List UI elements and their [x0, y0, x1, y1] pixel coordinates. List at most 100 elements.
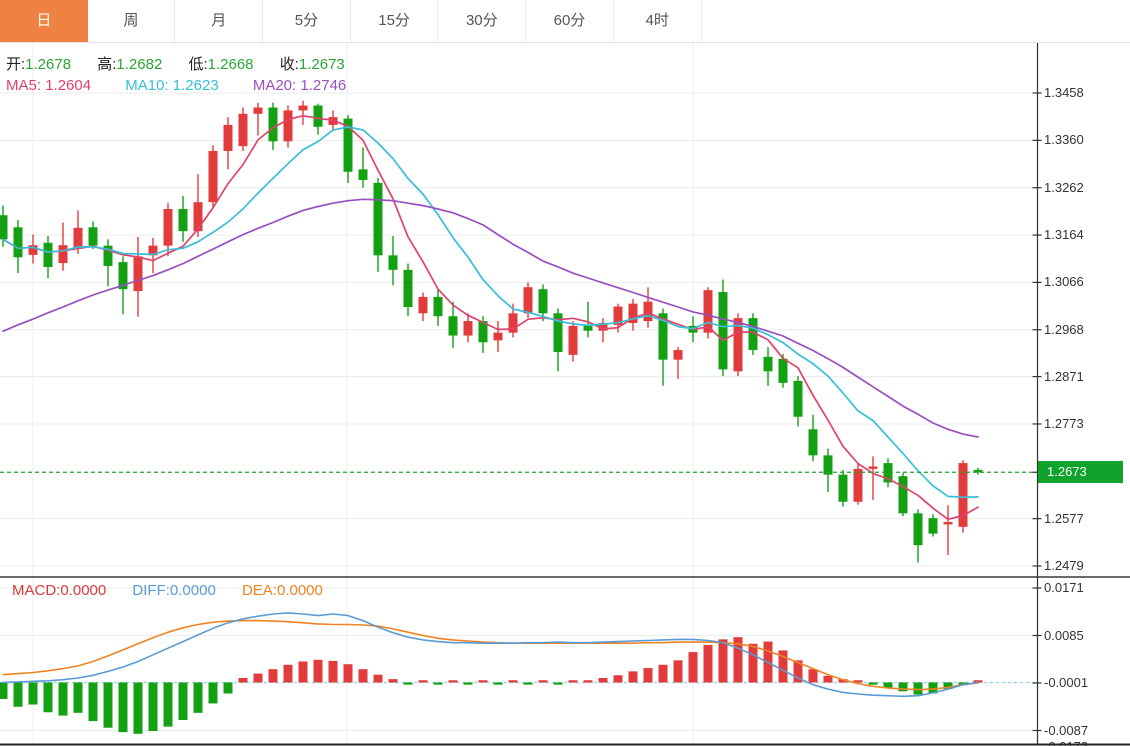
candle-body-up	[164, 209, 173, 246]
macd-value: 0.0000	[60, 582, 106, 599]
open-quote: 开:1.2678	[6, 56, 71, 73]
ma5-value: 1.2604	[45, 77, 91, 94]
candle-body-up	[674, 350, 683, 360]
candle-body-up	[854, 469, 863, 502]
macd-bar-positive	[569, 680, 578, 682]
macd-bar-positive	[269, 669, 278, 682]
macd-bar-positive	[584, 680, 593, 682]
macd-bar-negative	[179, 682, 188, 720]
macd-bar-negative	[554, 682, 563, 684]
macd-bar-negative	[404, 682, 413, 684]
high-quote: 高:1.2682	[97, 56, 162, 73]
macd-axis-label: 0.0085	[1044, 628, 1126, 644]
candle-body-down	[314, 106, 323, 127]
price-axis-label: 1.3262	[1044, 180, 1126, 196]
timeframe-tab-8[interactable]: 4时	[614, 0, 702, 42]
macd-bar-negative	[869, 682, 878, 684]
macd-bar-negative	[104, 682, 113, 727]
candle-body-up	[524, 287, 533, 313]
macd-bar-negative	[149, 682, 158, 731]
ma10-line	[3, 127, 978, 497]
macd-bar-positive	[539, 680, 548, 682]
candle-body-down	[719, 292, 728, 369]
high-value: 1.2682	[116, 56, 162, 73]
macd-bar-positive	[344, 664, 353, 682]
candle-body-down	[359, 169, 368, 180]
macd-bar-negative	[434, 682, 443, 684]
macd-bar-positive	[479, 680, 488, 682]
low-quote: 低:1.2668	[188, 56, 253, 73]
timeframe-tab-6[interactable]: 30分	[438, 0, 526, 42]
candle-body-down	[44, 243, 53, 267]
macd-bar-negative	[14, 682, 23, 706]
macd-axis-label: 0.0171	[1044, 580, 1126, 596]
price-axis-label: 1.3458	[1044, 85, 1126, 101]
close-quote: 收:1.2673	[280, 56, 345, 73]
open-value: 1.2678	[25, 56, 71, 73]
timeframe-tab-7[interactable]: 60分	[526, 0, 614, 42]
candle-body-up	[239, 114, 248, 146]
candle-body-up	[224, 125, 233, 151]
dea-value: 0.0000	[277, 582, 323, 599]
price-axis-label: 1.3164	[1044, 227, 1126, 243]
candle-body-down	[929, 518, 938, 533]
price-axis-label: 1.2968	[1044, 322, 1126, 338]
price-axis-label: 1.3360	[1044, 132, 1126, 148]
timeframe-tab-3[interactable]: 月	[175, 0, 263, 42]
candle-body-down	[584, 326, 593, 331]
macd-legend-bar: MACD:0.0000 DIFF:0.0000 DEA:0.0000	[12, 582, 345, 599]
macd-bar-negative	[209, 682, 218, 703]
macd-bar-positive	[614, 675, 623, 682]
candle-body-down	[14, 227, 23, 257]
timeframe-tab-5[interactable]: 15分	[351, 0, 439, 42]
diff-value: 0.0000	[170, 582, 216, 599]
macd-bar-positive	[659, 665, 668, 683]
candle-body-up	[194, 202, 203, 231]
macd-bar-positive	[674, 660, 683, 682]
price-axis-label: 1.2871	[1044, 369, 1126, 385]
macd-bar-negative	[89, 682, 98, 721]
candle-body-up	[209, 151, 218, 202]
timeframe-tab-2[interactable]: 周	[88, 0, 176, 42]
timeframe-tab-4[interactable]: 5分	[263, 0, 351, 42]
macd-bar-negative	[74, 682, 83, 712]
candle-body-down	[404, 270, 413, 307]
macd-legend: MACD:0.0000	[12, 582, 106, 599]
macd-bar-positive	[299, 661, 308, 682]
macd-bar-negative	[464, 682, 473, 684]
macd-bar-positive	[374, 675, 383, 683]
candle-body-down	[539, 289, 548, 313]
candle-body-up	[464, 321, 473, 335]
candle-body-down	[269, 107, 278, 141]
macd-bar-negative	[0, 682, 8, 699]
macd-bar-positive	[389, 679, 398, 682]
candle-body-down	[839, 475, 848, 502]
ohlc-quote-bar: 开:1.2678 高:1.2682 低:1.2668 收:1.2673	[6, 53, 367, 74]
candle-body-up	[494, 333, 503, 341]
macd-bar-positive	[314, 660, 323, 683]
macd-bar-negative	[164, 682, 173, 726]
price-axis-label: 1.2577	[1044, 511, 1126, 527]
candle-body-down	[89, 227, 98, 245]
dea-legend: DEA:0.0000	[242, 582, 323, 599]
macd-bar-negative	[29, 682, 38, 704]
kline-chart-canvas[interactable]	[0, 0, 1130, 746]
macd-bar-negative	[524, 682, 533, 684]
current-price-tag: 1.2673	[1038, 461, 1123, 483]
macd-bar-positive	[254, 674, 263, 683]
trading-chart-app: { "toolbar": { "tabs": [ {"label": "日", …	[0, 0, 1130, 746]
macd-bar-positive	[449, 680, 458, 682]
timeframe-tab-1[interactable]: 日	[0, 0, 88, 42]
diff-legend: DIFF:0.0000	[132, 582, 215, 599]
candle-body-up	[74, 228, 83, 248]
candle-body-down	[0, 215, 8, 239]
candle-body-up	[944, 522, 953, 524]
candle-body-down	[179, 209, 188, 231]
candle-body-down	[779, 359, 788, 383]
macd-bar-positive	[239, 678, 248, 682]
macd-bar-positive	[749, 644, 758, 683]
macd-axis-label-clipped: -0.0173	[1044, 739, 1126, 746]
candle-body-up	[569, 326, 578, 355]
ma-legend-bar: MA5: 1.2604 MA10: 1.2623 MA20: 1.2746	[6, 77, 376, 94]
candle-body-down	[899, 476, 908, 513]
